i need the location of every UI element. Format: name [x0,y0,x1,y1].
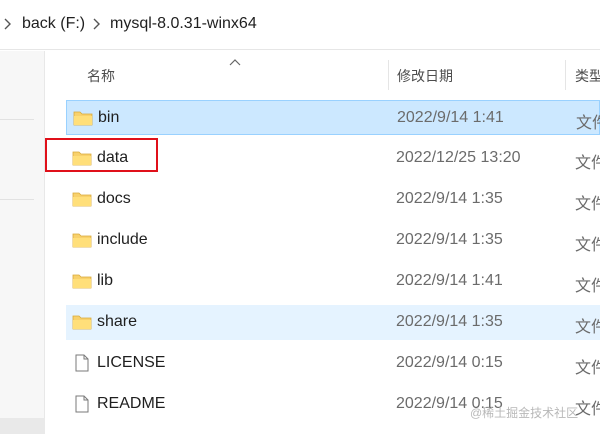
folder-icon [72,233,92,248]
chevron-right-icon[interactable] [2,17,12,31]
file-row-bin[interactable]: bin 2022/9/14 1:41 文件 [66,100,600,135]
watermark: @稀土掘金技术社区 [470,406,579,420]
file-row-docs[interactable]: docs 2022/9/14 1:35 文件 [66,182,600,217]
file-modified: 2022/9/14 1:41 [397,109,504,126]
folder-icon [72,274,92,289]
file-name: bin [98,109,120,126]
file-modified: 2022/9/14 0:15 [396,354,503,371]
nav-divider [0,119,34,120]
file-name: include [97,231,148,248]
address-bar[interactable]: back (F:) mysql-8.0.31-winx64 [0,0,600,50]
file-row-lib[interactable]: lib 2022/9/14 1:41 文件 [66,264,600,299]
file-modified: 2022/9/14 1:35 [396,313,503,330]
file-type: 文件 [575,360,600,377]
file-type: 文件 [575,319,600,336]
file-name: lib [97,272,114,289]
file-name: LICENSE [97,354,166,371]
file-modified: 2022/9/14 1:35 [396,190,503,207]
nav-divider [0,199,34,200]
column-header [46,51,600,96]
column-type[interactable]: 类型 [575,66,600,86]
file-type: 文件 [575,237,600,254]
file-row-share[interactable]: share 2022/9/14 1:35 文件 [66,305,600,340]
file-type: 文件 [575,278,600,295]
nav-scrollbar[interactable] [0,418,45,434]
file-modified: 2022/12/25 13:20 [396,149,521,166]
file-modified: 2022/9/14 1:35 [396,231,503,248]
file-row-include[interactable]: include 2022/9/14 1:35 文件 [66,223,600,258]
navigation-pane[interactable] [0,51,45,434]
column-modified[interactable]: 修改日期 [397,66,453,86]
file-type: 文件 [575,401,600,418]
file-name: docs [97,190,131,207]
file-modified: 2022/9/14 1:41 [396,272,503,289]
column-separator[interactable] [565,60,566,90]
breadcrumb-folder[interactable]: mysql-8.0.31-winx64 [110,15,257,33]
column-name[interactable]: 名称 [87,66,115,86]
file-name: share [97,313,138,330]
folder-icon [72,315,92,330]
file-type: 文件 [576,115,600,132]
sort-ascending-icon [229,59,241,66]
file-icon [75,395,89,413]
file-icon [75,354,89,372]
annotation-highlight-box [45,138,158,172]
file-row-license[interactable]: LICENSE 2022/9/14 0:15 文件 [66,346,600,381]
file-type: 文件 [575,196,600,213]
file-name: README [97,395,166,412]
breadcrumb-drive[interactable]: back (F:) [22,15,85,33]
folder-icon [72,192,92,207]
chevron-right-icon[interactable] [91,17,101,31]
file-type: 文件 [575,155,600,172]
folder-icon [73,111,93,126]
column-separator[interactable] [388,60,389,90]
